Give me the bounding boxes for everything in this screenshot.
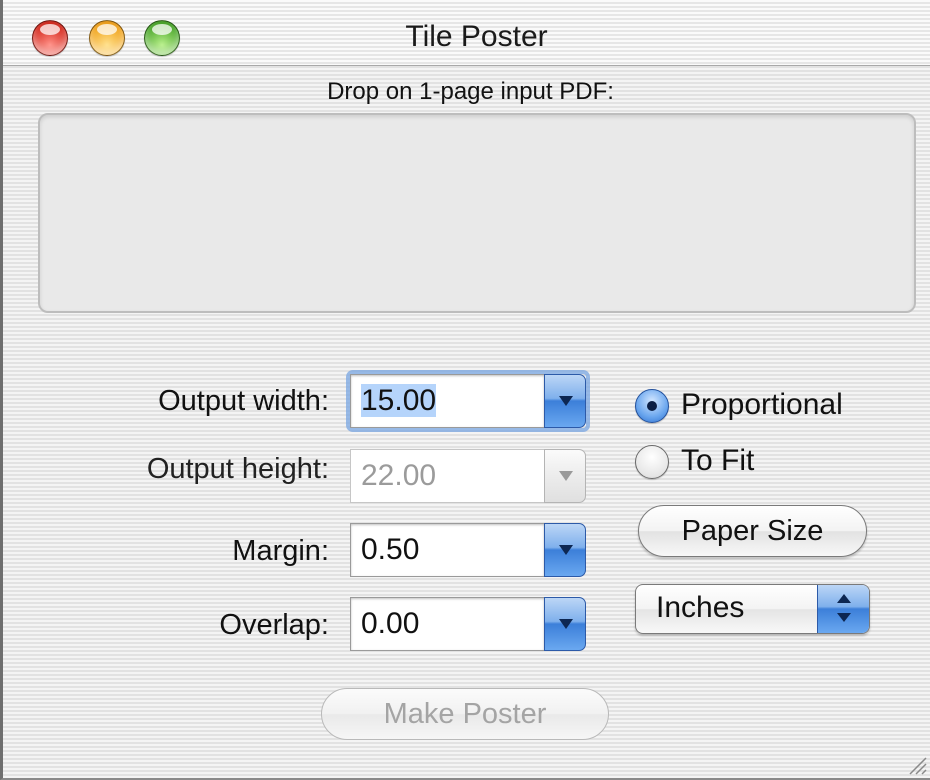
title-bar[interactable]: Tile Poster xyxy=(3,0,930,66)
margin-input[interactable]: 0.50 xyxy=(350,523,544,577)
output-height-combo: 22.00 xyxy=(350,449,586,503)
radio-to-fit-label: To Fit xyxy=(681,444,755,477)
units-popup-arrows[interactable] xyxy=(817,585,869,633)
margin-combo[interactable]: 0.50 xyxy=(350,523,586,577)
tile-poster-window: Tile Poster Drop on 1-page input PDF: Ou… xyxy=(0,0,930,780)
overlap-combo[interactable]: 0.00 xyxy=(350,597,586,651)
units-popup[interactable]: Inches xyxy=(635,584,870,634)
radio-to-fit-button[interactable] xyxy=(635,445,669,479)
margin-dropdown-arrow[interactable] xyxy=(544,523,586,577)
output-width-input[interactable]: 15.00 xyxy=(350,374,544,428)
resize-grip-icon[interactable] xyxy=(904,752,928,776)
radio-proportional-button[interactable] xyxy=(635,389,669,423)
overlap-dropdown-arrow[interactable] xyxy=(544,597,586,651)
window-title: Tile Poster xyxy=(405,20,548,53)
drop-area-label: Drop on 1-page input PDF: xyxy=(327,78,614,105)
output-width-combo[interactable]: 15.00 xyxy=(350,374,586,428)
paper-size-button[interactable]: Paper Size xyxy=(638,505,867,557)
make-poster-button: Make Poster xyxy=(321,688,609,740)
output-height-label: Output height: xyxy=(146,453,329,485)
output-width-dropdown-arrow[interactable] xyxy=(544,374,586,428)
overlap-input[interactable]: 0.00 xyxy=(350,597,544,651)
units-popup-value: Inches xyxy=(656,591,745,624)
margin-label: Margin: xyxy=(232,535,329,567)
output-height-input: 22.00 xyxy=(350,449,544,503)
output-height-dropdown-arrow xyxy=(544,449,586,503)
overlap-label: Overlap: xyxy=(219,609,329,641)
pdf-drop-well[interactable] xyxy=(38,113,916,313)
output-width-label: Output width: xyxy=(158,385,329,417)
radio-proportional-label: Proportional xyxy=(681,388,843,421)
